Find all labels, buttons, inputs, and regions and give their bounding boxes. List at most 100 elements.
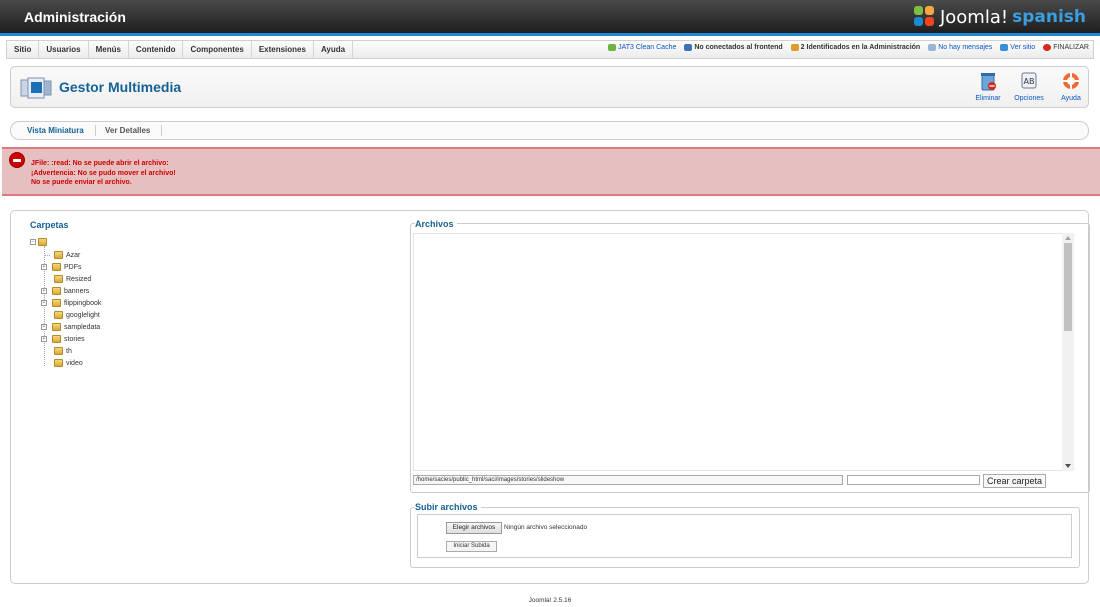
error-message: JFile: :read: No se puede abrir el archi… — [31, 160, 169, 167]
tree-item-video[interactable]: video — [45, 358, 83, 368]
folder-label: flippingbook — [64, 299, 102, 307]
create-folder-button[interactable]: Crear carpeta — [983, 474, 1046, 488]
logo-subtext: spanish — [1012, 7, 1086, 27]
choose-files-button[interactable]: Elegir archivos — [446, 522, 502, 534]
tree-item-banners[interactable]: + banners — [41, 286, 89, 296]
tree-item-resized[interactable]: Resized — [45, 274, 91, 284]
folder-label: Resized — [66, 275, 92, 283]
users-icon — [684, 44, 693, 51]
folder-label: banners — [64, 287, 90, 295]
admin-users-icon — [790, 44, 799, 51]
start-upload-button[interactable]: Iniciar Subida — [446, 541, 497, 552]
folder-icon — [52, 299, 61, 307]
menu-item-sitio[interactable]: Sitio — [7, 41, 40, 58]
expand-icon[interactable]: + — [41, 300, 47, 306]
tab-detail-view[interactable]: Ver Detalles — [105, 126, 150, 135]
messages-link[interactable]: No hay mensajes — [928, 44, 992, 51]
tree-root[interactable]: − — [30, 237, 50, 247]
folder-label: stories — [64, 335, 85, 343]
admin-users-label: 2 Identificados en la Administración — [800, 44, 921, 51]
upload-area — [417, 514, 1072, 558]
admin-header: Administración Joomla! spanish — [0, 0, 1100, 36]
current-path-field: /home/sacies/public_html/saci/images/sto… — [413, 475, 843, 485]
admin-title: Administración — [24, 9, 126, 25]
clean-cache-label: JAT3 Clean Cache — [618, 44, 677, 51]
scroll-down-icon[interactable] — [1065, 464, 1071, 468]
logout-link[interactable]: FINALIZAR — [1043, 44, 1089, 51]
folder-icon — [54, 275, 63, 283]
no-file-selected-text: Ningún archivo seleccionado — [504, 524, 588, 531]
tree-branch — [44, 255, 50, 256]
status-bar: JAT3 Clean Cache No conectados al fronte… — [608, 44, 1089, 51]
tree-item-stories[interactable]: + stories — [41, 334, 85, 344]
folder-label: sampledata — [64, 323, 101, 331]
error-message: ¡Advertencia: No se pudo mover el archiv… — [31, 169, 176, 177]
menu-item-usuarios[interactable]: Usuarios — [39, 41, 89, 58]
joomla-logo-icon — [913, 6, 936, 28]
collapse-icon[interactable]: − — [30, 239, 36, 245]
delete-label: Eliminar — [975, 95, 1001, 102]
folder-label: th — [66, 347, 72, 355]
menu-item-componentes[interactable]: Componentes — [183, 41, 252, 58]
media-manager-icon — [20, 77, 52, 99]
submenu-divider — [161, 125, 162, 136]
help-label: Ayuda — [1061, 95, 1081, 102]
expand-icon[interactable]: + — [41, 336, 47, 342]
menu-item-menus[interactable]: Menús — [89, 41, 129, 58]
folder-icon — [52, 287, 61, 295]
messages-label: No hay mensajes — [938, 44, 993, 51]
folder-label: googlelight — [66, 311, 100, 319]
clean-cache-link[interactable]: JAT3 Clean Cache — [608, 44, 676, 51]
folder-label: video — [66, 359, 83, 367]
upload-title: Subir archivos — [415, 502, 481, 512]
folder-icon — [54, 347, 63, 355]
lifebuoy-icon — [1062, 72, 1080, 90]
options-label: Opciones — [1014, 95, 1044, 102]
folders-title: Carpetas — [30, 220, 69, 230]
cache-icon — [608, 44, 617, 51]
frontend-users-label: No conectados al frontend — [694, 44, 783, 51]
error-message: No se puede enviar el archivo. — [31, 179, 132, 186]
tree-item-sampledata[interactable]: + sampledata — [41, 322, 100, 332]
view-site-label: Ver sitio — [1010, 44, 1036, 51]
new-folder-input[interactable] — [847, 475, 980, 485]
page-title: Gestor Multimedia — [59, 79, 182, 95]
scroll-up-icon[interactable] — [1065, 236, 1071, 240]
toolbar-box: Gestor Multimedia Eliminar AB Opciones A… — [10, 66, 1089, 108]
folder-icon — [54, 251, 63, 259]
error-message-box: JFile: :read: No se puede abrir el archi… — [2, 147, 1100, 196]
tab-thumbnail-view[interactable]: Vista Miniatura — [27, 126, 84, 135]
tree-item-pdfs[interactable]: + PDFs — [41, 262, 82, 272]
joomla-logo[interactable]: Joomla! spanish — [913, 6, 1086, 28]
folder-icon — [52, 263, 61, 271]
view-site-link[interactable]: Ver sitio — [1000, 44, 1035, 51]
files-view-area[interactable] — [413, 233, 1074, 471]
menu-item-ayuda[interactable]: Ayuda — [314, 41, 354, 58]
trash-icon — [981, 73, 996, 91]
tree-item-azar[interactable]: Azar — [44, 250, 81, 260]
files-scrollbar[interactable] — [1062, 233, 1074, 471]
tree-item-th[interactable]: th — [45, 346, 72, 356]
main-menu: Sitio Usuarios Menús Contenido Component… — [7, 41, 354, 58]
error-messages: JFile: :read: No se puede abrir el archi… — [31, 159, 176, 188]
monitor-icon — [1000, 44, 1009, 51]
expand-icon[interactable]: + — [41, 288, 47, 294]
submenu-divider — [95, 125, 96, 136]
menu-item-contenido[interactable]: Contenido — [129, 41, 184, 58]
files-title: Archivos — [415, 219, 457, 229]
tree-item-flippingbook[interactable]: + flippingbook — [41, 298, 101, 308]
expand-icon[interactable]: + — [41, 264, 47, 270]
help-button[interactable]: Ayuda — [1051, 71, 1091, 105]
folder-label: Azar — [66, 251, 81, 259]
folder-icon — [54, 359, 63, 367]
error-icon — [9, 152, 25, 168]
options-button[interactable]: AB Opciones — [1009, 71, 1049, 105]
logout-icon — [1043, 44, 1052, 51]
admin-users-status: 2 Identificados en la Administración — [790, 44, 921, 51]
main-menu-bar: Sitio Usuarios Menús Contenido Component… — [6, 40, 1094, 59]
expand-icon[interactable]: + — [41, 324, 47, 330]
scroll-thumb[interactable] — [1064, 243, 1072, 331]
tree-item-googlelight[interactable]: googlelight — [45, 310, 100, 320]
menu-item-extensiones[interactable]: Extensiones — [252, 41, 314, 58]
delete-button[interactable]: Eliminar — [968, 71, 1008, 105]
